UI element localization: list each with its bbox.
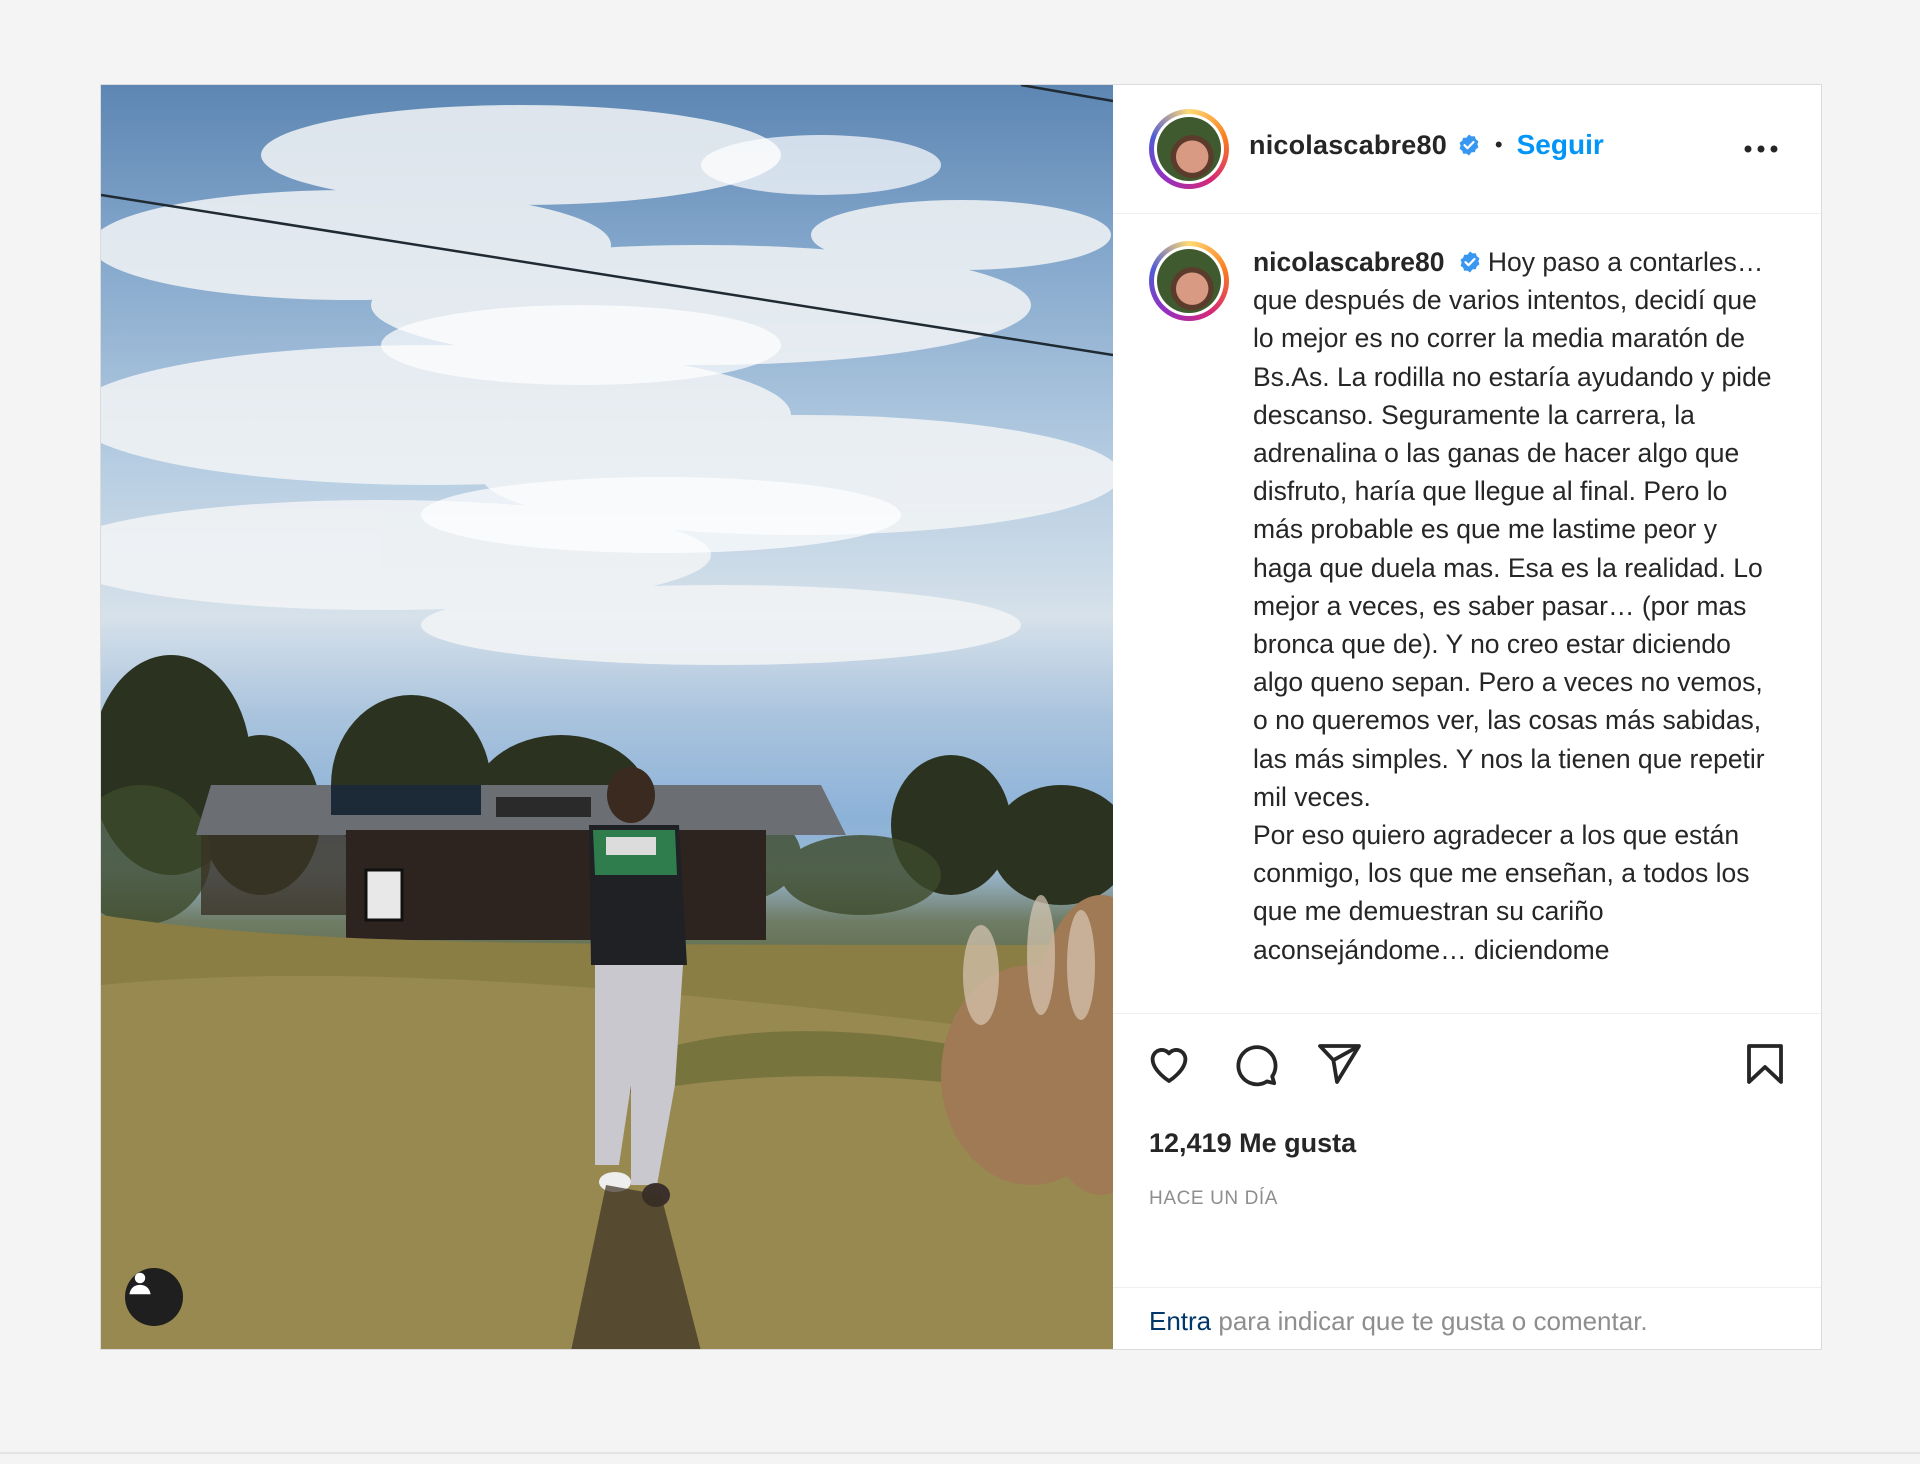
heart-icon	[1150, 1048, 1188, 1083]
login-prompt-text: Entra para indicar que te gusta o coment…	[1149, 1306, 1648, 1337]
like-button[interactable]	[1143, 1038, 1195, 1090]
caption-author-avatar[interactable]	[1149, 241, 1229, 321]
post-actions: 12,419 Me gusta HACE UN DÍA	[1113, 1013, 1821, 1236]
share-button[interactable]	[1313, 1038, 1365, 1090]
comment-button[interactable]	[1229, 1038, 1281, 1090]
comments-area[interactable]: nicolascabre80 Hoy paso a contarles… que…	[1113, 213, 1821, 1141]
verified-badge-icon	[1459, 134, 1479, 156]
post-header: nicolascabre80 • Seguir	[1113, 85, 1821, 214]
post-photo[interactable]	[101, 85, 1113, 1349]
page-divider	[0, 1452, 1920, 1454]
more-horizontal-icon	[1744, 145, 1778, 153]
comment-icon	[1236, 1045, 1278, 1087]
bookmark-icon	[1747, 1044, 1783, 1084]
like-count[interactable]: 12,419 Me gusta	[1149, 1128, 1356, 1159]
author-avatar[interactable]	[1149, 109, 1229, 189]
login-link[interactable]: Entra	[1149, 1306, 1211, 1336]
user-tag-icon	[129, 1272, 151, 1295]
caption-text-2: Por eso quiero agradecer a los que están…	[1253, 820, 1750, 965]
photo-scene	[101, 85, 1113, 1349]
caption-text-1: Hoy paso a contarles… que después de var…	[1253, 247, 1772, 812]
verified-badge-icon	[1460, 251, 1480, 273]
caption-paragraph-1: nicolascabre80 Hoy paso a contarles… que…	[1253, 243, 1783, 816]
header-username[interactable]: nicolascabre80	[1249, 130, 1447, 161]
more-options-button[interactable]	[1741, 131, 1781, 167]
follow-button[interactable]: Seguir	[1517, 129, 1604, 161]
send-icon	[1318, 1044, 1361, 1084]
post-timestamp[interactable]: HACE UN DÍA	[1149, 1188, 1278, 1210]
instagram-post-card: nicolascabre80 • Seguir nicolascabre80 H…	[100, 84, 1822, 1350]
caption-paragraph-2: Por eso quiero agradecer a los que están…	[1253, 816, 1783, 969]
caption-username[interactable]: nicolascabre80	[1253, 247, 1445, 277]
post-sidebar: nicolascabre80 • Seguir nicolascabre80 H…	[1113, 85, 1821, 1349]
save-button[interactable]	[1739, 1038, 1791, 1090]
login-prompt: Entra para indicar que te gusta o coment…	[1113, 1287, 1821, 1349]
post-caption: nicolascabre80 Hoy paso a contarles… que…	[1253, 243, 1783, 969]
login-prompt-rest: para indicar que te gusta o comentar.	[1211, 1306, 1648, 1336]
tagged-user-button[interactable]	[125, 1268, 183, 1326]
separator-dot: •	[1494, 132, 1503, 157]
header-user-row: nicolascabre80 • Seguir	[1249, 129, 1604, 161]
